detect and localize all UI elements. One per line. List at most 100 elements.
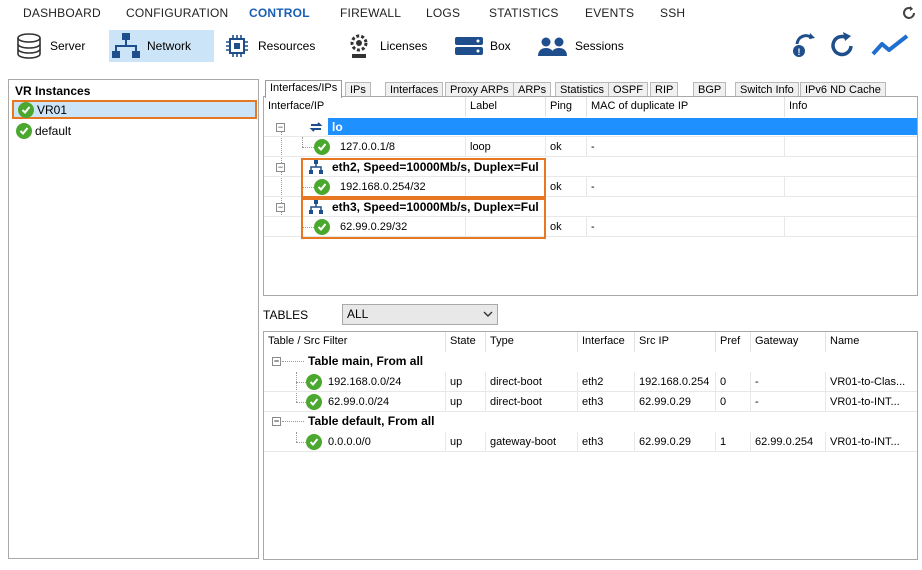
col-ping[interactable]: Ping <box>546 97 587 117</box>
ok-check-icon <box>16 122 32 139</box>
info-cell <box>785 177 917 197</box>
nav-control[interactable]: CONTROL <box>249 6 310 20</box>
vr-instances-title: VR Instances <box>15 84 91 98</box>
nav-configuration[interactable]: CONFIGURATION <box>126 6 228 20</box>
routing-tables-grid: Table / Src Filter State Type Interface … <box>263 331 918 560</box>
licenses-button[interactable]: Licenses <box>342 30 432 62</box>
info-cell <box>785 137 917 157</box>
network-button[interactable]: Network <box>109 30 214 62</box>
vr-item-label: VR01 <box>37 102 68 117</box>
info-cell <box>785 217 917 237</box>
col-table-src-filter[interactable]: Table / Src Filter <box>264 332 446 352</box>
src-ip-cell: 192.168.0.254 <box>635 372 716 392</box>
mac-cell: - <box>587 217 785 237</box>
ping-cell: ok <box>546 137 587 157</box>
refresh-icon[interactable] <box>900 4 918 22</box>
nav-statistics[interactable]: STATISTICS <box>489 6 559 20</box>
box-button[interactable]: Box <box>452 30 524 62</box>
sessions-button-label: Sessions <box>575 39 624 53</box>
ip-cell: 127.0.0.1/8 <box>336 137 466 157</box>
collapse-toggle[interactable]: − <box>276 163 285 172</box>
interface-cell: eth3 <box>578 392 635 412</box>
collapse-toggle[interactable]: − <box>276 123 285 132</box>
route-row[interactable]: 192.168.0.0/24 up direct-boot eth2 192.1… <box>264 372 917 392</box>
interface-group-name: lo <box>332 120 343 134</box>
highlight-eth2 <box>301 158 546 198</box>
src-ip-cell: 62.99.0.29 <box>635 432 716 452</box>
gateway-cell: 62.99.0.254 <box>751 432 826 452</box>
ok-check-icon <box>18 101 34 118</box>
state-cell: up <box>446 372 486 392</box>
route-row[interactable]: 62.99.0.0/24 up direct-boot eth3 62.99.0… <box>264 392 917 412</box>
resources-button[interactable]: Resources <box>220 30 320 62</box>
col-name[interactable]: Name <box>826 332 917 352</box>
type-cell: direct-boot <box>486 392 578 412</box>
col-mac-dup[interactable]: MAC of duplicate IP <box>587 97 785 117</box>
activity-icon[interactable] <box>871 34 911 58</box>
route-table-name: Table main, From all <box>308 354 424 368</box>
reload-icon[interactable] <box>829 30 857 60</box>
interface-ip-row[interactable]: 127.0.0.1/8 loop ok - <box>264 137 917 157</box>
box-icon <box>452 31 486 61</box>
mac-cell: - <box>587 177 785 197</box>
vr-item-vr01[interactable]: VR01 <box>12 100 257 119</box>
col-interface[interactable]: Interface <box>578 332 635 352</box>
connection-status-icon[interactable]: ! <box>789 30 819 60</box>
nav-dashboard[interactable]: DASHBOARD <box>23 6 101 20</box>
route-row[interactable]: 0.0.0.0/0 up gateway-boot eth3 62.99.0.2… <box>264 432 917 452</box>
loopback-icon <box>309 122 323 132</box>
collapse-toggle[interactable]: − <box>272 417 281 426</box>
chevron-down-icon <box>483 311 493 317</box>
tables-filter-select[interactable]: ALL <box>342 304 498 325</box>
network-button-label: Network <box>147 39 192 53</box>
tab-interfaces-ips[interactable]: Interfaces/IPs <box>265 80 343 98</box>
ok-check-icon <box>314 139 330 155</box>
pref-cell: 0 <box>716 392 751 412</box>
toolbar: Server Network Resources Licenses Box Se… <box>0 26 922 66</box>
collapse-toggle[interactable]: − <box>272 357 281 366</box>
route-table-default[interactable]: − Table default, From all <box>264 411 917 431</box>
col-gateway[interactable]: Gateway <box>751 332 826 352</box>
gateway-cell: - <box>751 392 826 412</box>
interfaces-grid: Interface/IP Label Ping MAC of duplicate… <box>263 96 918 296</box>
nav-ssh[interactable]: SSH <box>660 6 685 20</box>
nav-logs[interactable]: LOGS <box>426 6 460 20</box>
src-ip-cell: 62.99.0.29 <box>635 392 716 412</box>
vr-item-default[interactable]: default <box>12 121 257 140</box>
server-button[interactable]: Server <box>12 30 92 62</box>
name-cell: VR01-to-INT... <box>830 396 900 408</box>
sessions-button[interactable]: Sessions <box>537 30 637 62</box>
dest-cell: 0.0.0.0/0 <box>324 432 446 452</box>
pref-cell: 0 <box>716 372 751 392</box>
route-table-name: Table default, From all <box>308 414 435 428</box>
col-state[interactable]: State <box>446 332 486 352</box>
col-pref[interactable]: Pref <box>716 332 751 352</box>
nav-firewall[interactable]: FIREWALL <box>340 6 401 20</box>
col-interface-ip[interactable]: Interface/IP <box>264 97 466 117</box>
pref-cell: 1 <box>716 432 751 452</box>
label-cell: loop <box>466 137 546 157</box>
interface-cell: eth2 <box>578 372 635 392</box>
nav-events[interactable]: EVENTS <box>585 6 634 20</box>
col-label[interactable]: Label <box>466 97 546 117</box>
highlight-eth3 <box>301 198 546 239</box>
box-button-label: Box <box>490 39 511 53</box>
licenses-button-label: Licenses <box>380 39 428 53</box>
interface-group-lo[interactable]: − lo <box>264 117 917 137</box>
name-cell: VR01-to-INT... <box>830 436 900 448</box>
type-cell: direct-boot <box>486 372 578 392</box>
ping-cell: ok <box>546 217 587 237</box>
tables-label: TABLES <box>263 308 309 322</box>
vr-instances-panel: VR Instances VR01 default <box>8 79 259 559</box>
dest-cell: 192.168.0.0/24 <box>324 372 446 392</box>
server-button-label: Server <box>50 39 86 53</box>
col-src-ip[interactable]: Src IP <box>635 332 716 352</box>
route-table-main[interactable]: − Table main, From all <box>264 351 917 371</box>
name-cell: VR01-to-Clas... <box>830 376 906 388</box>
state-cell: up <box>446 392 486 412</box>
resources-button-label: Resources <box>258 39 316 53</box>
server-icon <box>12 31 46 61</box>
col-info[interactable]: Info <box>785 97 917 117</box>
collapse-toggle[interactable]: − <box>276 203 285 212</box>
col-type[interactable]: Type <box>486 332 578 352</box>
